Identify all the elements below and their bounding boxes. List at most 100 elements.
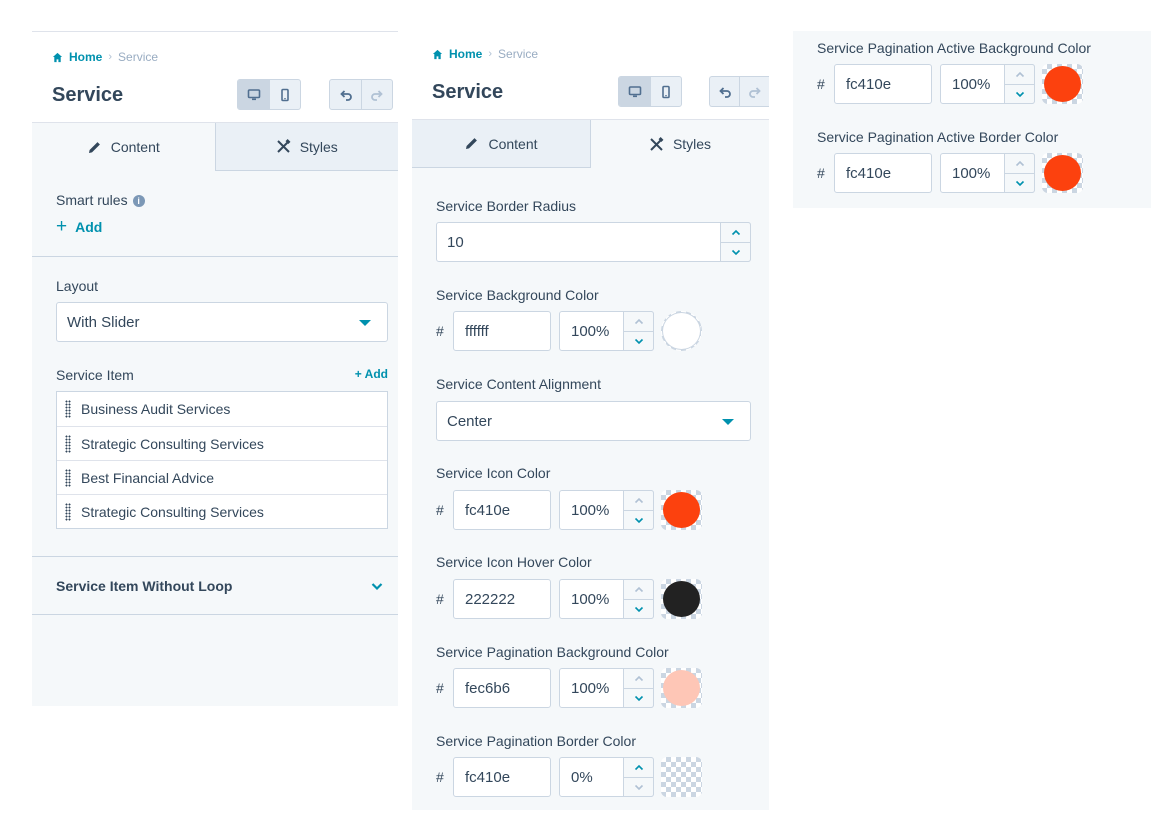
pagination-border-color-hex-input[interactable]: fc410e: [453, 757, 551, 797]
pagination-background-color-hex-input[interactable]: fec6b6: [453, 668, 551, 708]
icon-hover-color-opacity-input[interactable]: 100%: [559, 579, 654, 619]
increment-button[interactable]: [624, 312, 653, 331]
breadcrumb-current: Service: [118, 50, 159, 64]
decrement-button[interactable]: [1005, 84, 1034, 103]
decrement-button[interactable]: [1005, 173, 1034, 192]
module-title: Service: [52, 84, 124, 106]
pagination-border-color-swatch[interactable]: [661, 757, 702, 797]
list-item[interactable]: Strategic Consulting Services: [57, 494, 387, 528]
increment-button[interactable]: [624, 491, 653, 510]
breadcrumb-current: Service: [498, 47, 539, 61]
chevron-up-icon: [1015, 160, 1024, 166]
decrement-button[interactable]: [624, 599, 653, 618]
background-color-swatch[interactable]: [661, 311, 702, 351]
icon-color-hex-input[interactable]: fc410e: [453, 490, 551, 530]
drag-handle-icon[interactable]: [65, 434, 71, 453]
decrement-button[interactable]: [624, 331, 653, 350]
breadcrumb: Home › Service: [432, 47, 538, 61]
hash-symbol: #: [436, 769, 444, 785]
drag-handle-icon[interactable]: [65, 400, 71, 418]
drag-handle-icon[interactable]: [65, 468, 71, 487]
desktop-view-button[interactable]: [238, 80, 269, 109]
increment-button[interactable]: [1005, 154, 1034, 173]
increment-button[interactable]: [1005, 65, 1034, 84]
hash-symbol: #: [436, 323, 444, 339]
opacity-stepper: [623, 668, 654, 708]
pagination-active-background-color-swatch[interactable]: [1042, 64, 1083, 104]
chevron-up-icon: [634, 586, 643, 592]
icon-hover-color-hex-input[interactable]: 222222: [453, 579, 551, 619]
pagination-active-border-color-swatch[interactable]: [1042, 153, 1083, 193]
info-icon[interactable]: i: [132, 195, 145, 207]
undo-button[interactable]: [710, 77, 739, 106]
icon-hover-color-swatch[interactable]: [661, 579, 702, 619]
editor-tabs: Content Styles: [32, 122, 398, 171]
decrement-button[interactable]: [624, 510, 653, 529]
desktop-view-button[interactable]: [619, 77, 650, 106]
icon-color-swatch[interactable]: [661, 490, 702, 530]
breadcrumb-home-link[interactable]: Home: [449, 47, 482, 61]
background-color-opacity-input[interactable]: 100%: [559, 311, 654, 351]
pagination-active-background-color-hex-input[interactable]: fc410e: [834, 64, 932, 104]
mobile-view-button[interactable]: [650, 77, 681, 106]
list-item[interactable]: Best Financial Advice: [57, 460, 387, 494]
drag-handle-icon[interactable]: [65, 502, 71, 521]
layout-select[interactable]: With Slider: [56, 302, 388, 342]
chevron-down-icon: [1015, 180, 1024, 187]
history-controls: [329, 79, 393, 110]
styles-panel: Home › Service Service Content Styles Se…: [412, 29, 769, 810]
plus-icon: +: [56, 216, 68, 237]
increment-button[interactable]: [624, 669, 653, 688]
add-service-item-button[interactable]: + Add: [355, 367, 388, 381]
list-item[interactable]: Business Audit Services: [57, 392, 387, 426]
chevron-up-icon: [634, 675, 643, 681]
opacity-value: 0%: [571, 768, 593, 786]
pagination-background-color-row: # fec6b6 100%: [436, 668, 706, 708]
redo-button[interactable]: [361, 80, 392, 109]
decrement-button[interactable]: [624, 777, 653, 796]
content-panel: Home › Service Service Content Styles Sm…: [32, 31, 398, 706]
pagination-active-border-color-hex-input[interactable]: fc410e: [834, 153, 932, 193]
border-radius-label: Service Border Radius: [436, 198, 577, 214]
add-smart-rule-button[interactable]: + Add: [56, 216, 102, 237]
swatch-fill: [662, 312, 701, 350]
hex-value: fc410e: [465, 768, 511, 786]
chevron-down-icon: [634, 784, 643, 791]
breadcrumb: Home › Service: [52, 50, 158, 64]
swatch-fill: [663, 670, 700, 706]
pagination-background-color-swatch[interactable]: [661, 668, 702, 708]
pagination-active-border-color-label: Service Pagination Active Border Color: [817, 129, 1059, 145]
undo-button[interactable]: [330, 80, 361, 109]
increment-button[interactable]: [624, 580, 653, 599]
tab-styles[interactable]: Styles: [214, 123, 398, 171]
opacity-value: 100%: [952, 75, 991, 93]
content-alignment-select[interactable]: Center: [436, 401, 751, 441]
chevron-down-icon: [634, 606, 643, 613]
service-item-without-loop-section[interactable]: Service Item Without Loop: [32, 556, 398, 615]
decrement-button[interactable]: [721, 242, 750, 261]
opacity-value: 100%: [571, 590, 610, 608]
pagination-active-border-color-opacity-input[interactable]: 100%: [940, 153, 1035, 193]
list-item[interactable]: Strategic Consulting Services: [57, 426, 387, 460]
tab-styles[interactable]: Styles: [591, 120, 769, 168]
border-radius-value: 10: [447, 233, 464, 251]
border-radius-stepper: [720, 222, 751, 262]
breadcrumb-separator: ›: [488, 48, 493, 60]
content-alignment-label: Service Content Alignment: [436, 376, 601, 392]
breadcrumb-home-link[interactable]: Home: [69, 50, 102, 64]
icon-color-opacity-input[interactable]: 100%: [559, 490, 654, 530]
tab-content[interactable]: Content: [412, 120, 591, 168]
pagination-active-background-color-opacity-input[interactable]: 100%: [940, 64, 1035, 104]
tab-content[interactable]: Content: [32, 123, 215, 171]
mobile-view-button[interactable]: [269, 80, 300, 109]
opacity-value: 100%: [571, 679, 610, 697]
redo-button[interactable]: [739, 77, 769, 106]
decrement-button[interactable]: [624, 688, 653, 707]
pagination-background-color-opacity-input[interactable]: 100%: [559, 668, 654, 708]
border-radius-input[interactable]: 10: [436, 222, 751, 262]
background-color-hex-input[interactable]: ffffff: [453, 311, 551, 351]
increment-button[interactable]: [721, 223, 750, 242]
pagination-background-color-label: Service Pagination Background Color: [436, 644, 669, 660]
pagination-border-color-opacity-input[interactable]: 0%: [559, 757, 654, 797]
increment-button[interactable]: [624, 758, 653, 777]
